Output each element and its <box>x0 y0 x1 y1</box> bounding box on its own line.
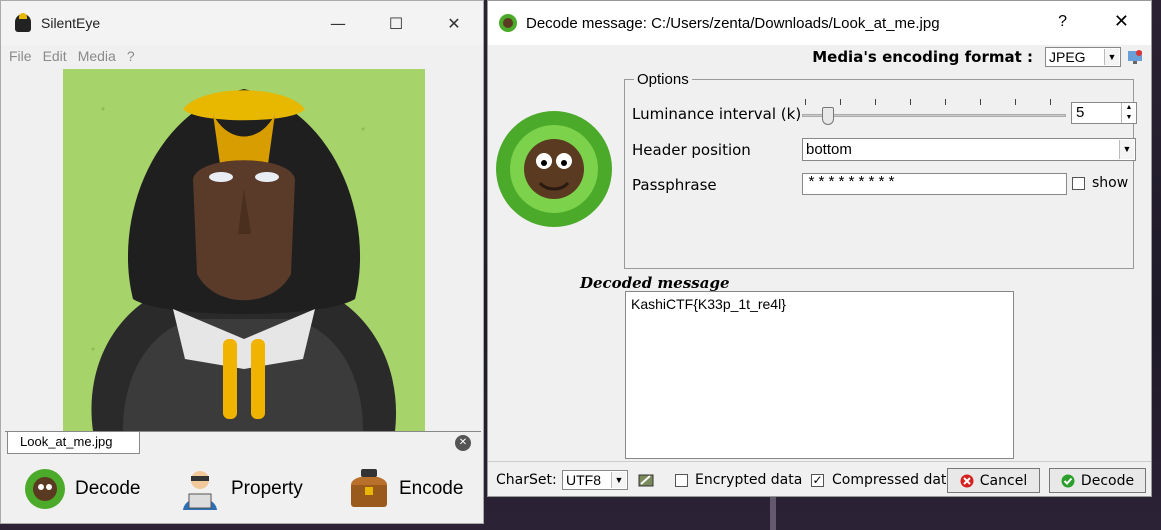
dialog-close-button[interactable]: ✕ <box>1114 11 1129 32</box>
silenteye-app-icon <box>13 13 33 33</box>
silenteye-main-window: SilentEye — ☐ ✕ File Edit Media ? Look_a… <box>0 0 484 524</box>
checkmark-icon <box>1061 474 1075 487</box>
menu-edit[interactable]: Edit <box>43 48 67 64</box>
charset-edit-icon[interactable] <box>638 472 654 488</box>
encode-action-button[interactable]: Encode <box>347 461 463 517</box>
slider-tick <box>980 99 981 105</box>
encrypted-data-label: Encrypted data <box>695 472 803 488</box>
slider-tick <box>1015 99 1016 105</box>
menu-file[interactable]: File <box>9 48 32 64</box>
format-settings-icon[interactable] <box>1127 49 1143 65</box>
tab-look-at-me[interactable]: Look_at_me.jpg <box>7 432 140 454</box>
close-button[interactable]: ✕ <box>425 1 483 45</box>
leaf-face-icon <box>25 469 65 509</box>
slider-tick <box>910 99 911 105</box>
compressed-data-label: Compressed dat <box>832 472 947 488</box>
treasure-chest-icon <box>351 469 387 507</box>
decode-label: Decode <box>1080 472 1135 489</box>
slider-tick <box>945 99 946 105</box>
charset-label: CharSet: <box>496 472 557 488</box>
media-tab-bar: Look_at_me.jpg ✕ <box>5 431 481 454</box>
slider-tick <box>875 99 876 105</box>
spin-arrows-icon[interactable]: ▲ ▼ <box>1121 103 1136 123</box>
menu-help[interactable]: ? <box>127 48 135 64</box>
leaf-face-icon <box>496 111 612 227</box>
media-preview-image <box>63 69 425 431</box>
cancel-icon <box>960 474 974 487</box>
property-action-label: Property <box>231 478 303 499</box>
options-legend: Options <box>634 71 692 88</box>
cancel-label: Cancel <box>979 472 1028 489</box>
chevron-down-icon: ▼ <box>1119 140 1134 159</box>
slider-tick <box>840 99 841 105</box>
luminance-slider-track[interactable] <box>802 114 1066 117</box>
main-titlebar: SilentEye — ☐ ✕ <box>1 1 483 45</box>
decode-action-label: Decode <box>75 478 141 499</box>
decode-action-button[interactable]: Decode <box>23 461 141 517</box>
window-title: SilentEye <box>41 15 101 31</box>
show-passphrase-checkbox[interactable] <box>1072 177 1085 190</box>
decode-message-dialog: Decode message: C:/Users/zenta/Downloads… <box>487 0 1152 497</box>
property-action-button[interactable]: Property <box>177 461 303 517</box>
encoding-format-value: JPEG <box>1049 49 1086 65</box>
decode-button[interactable]: Decode <box>1049 468 1146 493</box>
hooded-figure-icon <box>91 89 397 431</box>
minimize-button[interactable]: — <box>309 1 367 45</box>
encoding-format-label: Media's encoding format : <box>812 48 1033 66</box>
luminance-label: Luminance interval (k) <box>632 105 802 123</box>
luminance-spinbox[interactable]: 5 ▲ ▼ <box>1071 102 1137 124</box>
slider-tick <box>1050 99 1051 105</box>
inspector-person-icon <box>183 471 217 510</box>
show-passphrase-label: show <box>1092 175 1129 191</box>
encoding-format-select[interactable]: JPEG ▼ <box>1045 47 1121 67</box>
encode-action-label: Encode <box>399 478 464 499</box>
compressed-data-checkbox[interactable]: ✓ <box>811 474 824 487</box>
luminance-slider-handle[interactable] <box>822 107 834 125</box>
encrypted-data-checkbox[interactable] <box>675 474 688 487</box>
header-position-label: Header position <box>632 141 751 159</box>
encoding-format-row: Media's encoding format : JPEG ▼ <box>812 47 1143 67</box>
dialog-titlebar: Decode message: C:/Users/zenta/Downloads… <box>488 1 1151 45</box>
chevron-down-icon: ▼ <box>611 472 626 488</box>
header-position-value: bottom <box>806 141 852 158</box>
menu-media[interactable]: Media <box>78 48 116 64</box>
chevron-down-icon: ▼ <box>1104 49 1119 65</box>
cancel-button[interactable]: Cancel <box>947 468 1040 493</box>
passphrase-label: Passphrase <box>632 176 717 194</box>
charset-value: UTF8 <box>566 472 601 488</box>
decoded-message-text: KashiCTF{K33p_1t_re4l} <box>631 296 786 312</box>
maximize-button[interactable]: ☐ <box>367 1 425 45</box>
dialog-title: Decode message: C:/Users/zenta/Downloads… <box>526 14 940 32</box>
decoded-message-textarea[interactable]: KashiCTF{K33p_1t_re4l} <box>625 291 1014 459</box>
help-button[interactable]: ? <box>1058 13 1067 31</box>
charset-select[interactable]: UTF8 ▼ <box>562 470 628 490</box>
header-position-select[interactable]: bottom ▼ <box>802 138 1136 161</box>
menu-bar: File Edit Media ? <box>1 45 146 67</box>
slider-tick <box>805 99 806 105</box>
decoded-message-label: Decoded message <box>580 274 730 292</box>
luminance-value: 5 <box>1076 104 1085 121</box>
leaf-face-icon <box>499 14 517 32</box>
passphrase-input[interactable]: ********* <box>802 173 1067 195</box>
close-tab-icon[interactable]: ✕ <box>455 435 471 451</box>
